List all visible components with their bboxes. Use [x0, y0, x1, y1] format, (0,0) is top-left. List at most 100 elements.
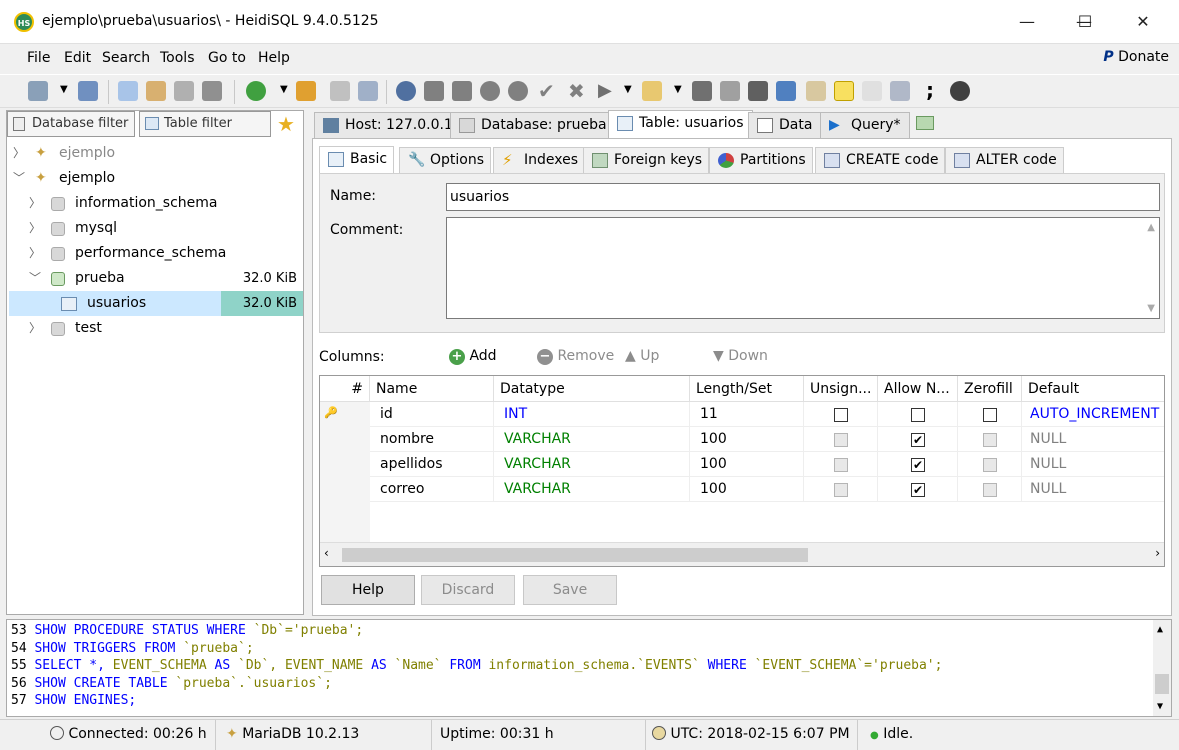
chevron-right-icon[interactable]: 〉 — [29, 241, 41, 266]
help-icon[interactable] — [396, 81, 416, 101]
disconnect-icon[interactable] — [78, 81, 98, 101]
cell-default[interactable]: AUTO_INCREMENT — [1022, 402, 1164, 427]
checkbox-allow-null[interactable]: ✔ — [911, 433, 925, 447]
tree-item-usuarios[interactable]: usuarios 32.0 KiB — [9, 291, 303, 316]
chevron-down-icon[interactable]: ﹀ — [13, 166, 25, 191]
checkbox-zerofill[interactable] — [983, 458, 997, 472]
semicolon-icon[interactable]: ; — [926, 78, 934, 102]
checkbox-zerofill[interactable] — [983, 433, 997, 447]
edit-icon[interactable] — [806, 81, 826, 101]
scroll-down-icon[interactable]: ▼ — [1157, 701, 1163, 712]
tree-item-prueba[interactable]: ﹀ prueba 32.0 KiB — [13, 266, 303, 291]
help-button[interactable]: Help — [321, 575, 415, 605]
copy-icon[interactable] — [118, 81, 138, 101]
hex-icon[interactable] — [862, 81, 882, 101]
tree-item-ejemplo-disconnected[interactable]: 〉 ✦ ejemplo — [13, 141, 303, 166]
tree-item-performance-schema[interactable]: 〉 performance_schema — [13, 241, 303, 266]
table-row[interactable]: 2nombreVARCHAR100✔NULL — [320, 427, 1164, 452]
checkbox-unsigned[interactable] — [834, 458, 848, 472]
tab-query[interactable]: ▶ Query* — [820, 112, 910, 138]
refresh-icon[interactable] — [246, 81, 266, 101]
tree-item-test[interactable]: 〉 test — [13, 316, 303, 341]
cancel-x-icon[interactable]: ✖ — [568, 79, 585, 103]
checkbox-unsigned[interactable] — [834, 433, 848, 447]
subtab-foreign-keys[interactable]: Foreign keys — [583, 147, 710, 173]
chevron-right-icon[interactable]: 〉 — [29, 216, 41, 241]
table-name-input[interactable]: usuarios — [446, 183, 1160, 211]
checkbox-allow-null[interactable]: ✔ — [911, 458, 925, 472]
cell-name[interactable]: nombre — [370, 427, 494, 452]
dropdown-arrow-icon[interactable]: ▼ — [624, 84, 632, 95]
paste-icon[interactable] — [146, 81, 166, 101]
move-down-button[interactable]: ▼ Down — [713, 348, 768, 364]
scroll-down-icon[interactable]: ▼ — [1147, 303, 1155, 314]
remove-column-button[interactable]: − Remove — [537, 348, 614, 365]
subtab-alter-code[interactable]: ALTER code — [945, 147, 1064, 173]
connect-icon[interactable] — [28, 81, 48, 101]
open-file-icon[interactable] — [642, 81, 662, 101]
cell-type[interactable]: VARCHAR — [494, 477, 690, 502]
donate-button[interactable]: P Donate — [1103, 49, 1169, 65]
star-icon[interactable]: ★ — [277, 112, 295, 136]
checkbox-unsigned[interactable] — [834, 408, 848, 422]
cell-type[interactable]: VARCHAR — [494, 427, 690, 452]
cell-type[interactable]: INT — [494, 402, 690, 427]
checkbox-zerofill[interactable] — [983, 408, 997, 422]
cell-type[interactable]: VARCHAR — [494, 452, 690, 477]
chevron-right-icon[interactable]: 〉 — [29, 316, 41, 341]
horizontal-scrollbar[interactable]: ‹ › — [320, 542, 1164, 566]
copy-table-icon[interactable] — [358, 81, 378, 101]
wrap-icon[interactable] — [890, 81, 910, 101]
checkbox-allow-null[interactable] — [911, 408, 925, 422]
tab-database[interactable]: Database: prueba — [450, 112, 616, 138]
tab-data[interactable]: Data — [748, 112, 822, 138]
grid-header-datatype[interactable]: Datatype — [494, 376, 690, 402]
table-row[interactable]: 4correoVARCHAR100✔NULL — [320, 477, 1164, 502]
discard-button[interactable]: Discard — [421, 575, 515, 605]
menu-help[interactable]: Help — [258, 50, 290, 66]
subtab-options[interactable]: 🔧 Options — [399, 147, 492, 173]
grid-header-name[interactable]: Name — [370, 376, 494, 402]
run-query-icon[interactable]: ▶ — [598, 80, 612, 101]
cell-default[interactable]: NULL — [1022, 452, 1164, 477]
export-icon[interactable] — [330, 81, 350, 101]
delete-record-icon[interactable] — [508, 81, 528, 101]
warning-icon[interactable] — [834, 81, 854, 101]
columns-grid[interactable]: # Name Datatype Length/Set Unsign... All… — [319, 375, 1165, 567]
save-as-icon[interactable] — [720, 81, 740, 101]
subtab-create-code[interactable]: CREATE code — [815, 147, 946, 173]
subtab-partitions[interactable]: Partitions — [709, 147, 813, 173]
move-up-button[interactable]: ▲ Up — [625, 348, 659, 364]
scroll-left-icon[interactable]: ‹ — [324, 546, 329, 560]
user-manager-icon[interactable] — [296, 81, 316, 101]
chevron-right-icon[interactable]: 〉 — [29, 191, 41, 216]
subtab-indexes[interactable]: ⚡ Indexes — [493, 147, 586, 173]
database-filter-input[interactable]: Database filter — [7, 111, 135, 137]
checkbox-unsigned[interactable] — [834, 483, 848, 497]
undo-icon[interactable] — [174, 81, 194, 101]
tree-item-mysql[interactable]: 〉 mysql — [13, 216, 303, 241]
chevron-right-icon[interactable]: 〉 — [13, 141, 25, 166]
grid-header-unsigned[interactable]: Unsign... — [804, 376, 878, 402]
scroll-up-icon[interactable]: ▲ — [1147, 222, 1155, 233]
dropdown-arrow-icon[interactable]: ▼ — [60, 84, 68, 95]
cell-length[interactable]: 100 — [690, 452, 804, 477]
first-record-icon[interactable] — [424, 81, 444, 101]
checkbox-allow-null[interactable]: ✔ — [911, 483, 925, 497]
cell-name[interactable]: id — [370, 402, 494, 427]
menu-tools[interactable]: Tools — [160, 50, 195, 66]
tree-item-ejemplo[interactable]: ﹀ ✦ ejemplo — [13, 166, 303, 191]
cell-name[interactable]: apellidos — [370, 452, 494, 477]
grid-header-zerofill[interactable]: Zerofill — [958, 376, 1022, 402]
scrollbar-thumb[interactable] — [1155, 674, 1169, 694]
scrollbar-thumb[interactable] — [342, 548, 808, 562]
close-button[interactable]: ✕ — [1114, 0, 1172, 44]
dropdown-arrow-icon[interactable]: ▼ — [280, 84, 288, 95]
menu-search[interactable]: Search — [102, 50, 150, 66]
cell-name[interactable]: correo — [370, 477, 494, 502]
checkbox-zerofill[interactable] — [983, 483, 997, 497]
cell-length[interactable]: 11 — [690, 402, 804, 427]
tab-table[interactable]: Table: usuarios — [608, 110, 753, 138]
print-icon[interactable] — [202, 81, 222, 101]
grid-header-num[interactable]: # — [320, 376, 370, 402]
